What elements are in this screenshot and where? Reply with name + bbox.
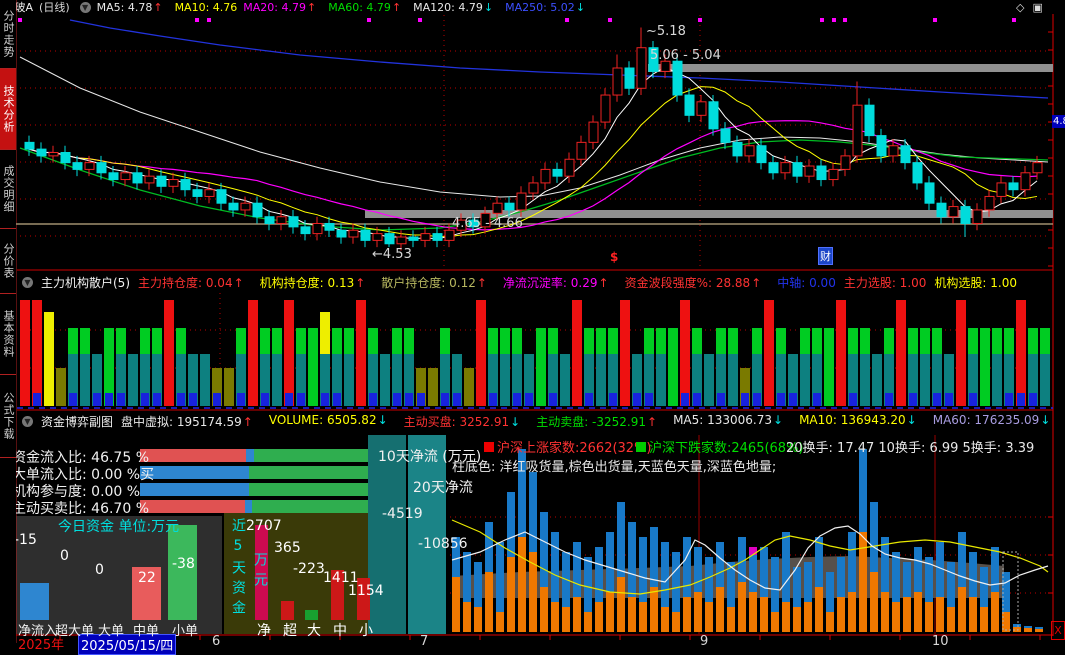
dollar-marker: $ bbox=[610, 250, 619, 264]
indicator-field: 中轴: 0.00 bbox=[777, 276, 836, 290]
panel-layout-icon[interactable]: ▣ bbox=[1032, 1, 1042, 14]
fiveday-category: 中 bbox=[333, 623, 347, 639]
indicator-field: MA5: 133006.73↓ bbox=[673, 413, 784, 427]
indicator-field: 主力持仓度: 0.04↑ bbox=[138, 276, 244, 290]
fund-stat-bar bbox=[140, 483, 368, 496]
net-flow-20d-value: -10856 bbox=[418, 536, 468, 552]
today-value: -38 bbox=[172, 556, 195, 572]
today-value: 0 bbox=[60, 548, 69, 564]
indicator-field: 资金波段强度%: 28.88↑ bbox=[624, 276, 762, 290]
axis-month-label: 6 bbox=[212, 634, 221, 649]
today-value: -15 bbox=[14, 532, 37, 548]
today-category: 小单 bbox=[172, 624, 199, 639]
axis-month-label: 9 bbox=[700, 634, 709, 649]
price-annotation: ~5.18 bbox=[646, 24, 686, 39]
fund-stat-bar bbox=[140, 466, 368, 479]
today-category: 大单 bbox=[98, 624, 125, 639]
price-annotation: 5.06 - 5.04 bbox=[650, 48, 721, 63]
price-tag: 4.8 bbox=[1052, 115, 1065, 128]
collapse-chevron-icon[interactable]: ▼ bbox=[22, 416, 33, 427]
fund-stat-label: 主动买卖比: 46.70 % bbox=[12, 501, 149, 517]
price-annotation: ←4.53 bbox=[372, 247, 412, 262]
fiveday-category: 净 bbox=[257, 623, 271, 639]
cai-badge: 财 bbox=[818, 247, 833, 265]
today-category: 超大单 bbox=[55, 624, 95, 639]
today-funds-title: 今日资金 单位:万元 bbox=[58, 519, 180, 535]
price-annotation: 4.65 - 4.66 bbox=[452, 216, 523, 231]
indicator-name: 资金博弈副图 bbox=[41, 415, 114, 429]
fiveday-category: 小 bbox=[359, 623, 373, 639]
indicator-field: MA60: 176235.09↓ bbox=[932, 413, 1051, 427]
net-flow-20d-label: 20天净流 bbox=[413, 480, 473, 496]
indicator-field: 净流沉淀率: 0.29↑ bbox=[502, 276, 609, 290]
indicator-field: 主动卖盘: -3252.91↑ bbox=[536, 415, 658, 429]
fiveday-value: 365 bbox=[274, 540, 301, 556]
collapse-chevron-icon[interactable]: ▼ bbox=[22, 277, 33, 288]
today-category: 净流入 bbox=[18, 624, 58, 639]
fiveday-value: -223 bbox=[293, 561, 325, 577]
axis-month-label: 10 bbox=[932, 634, 949, 649]
indicator-name: 主力机构散户(5) bbox=[41, 276, 130, 290]
advancers-legend: 沪深上涨家数:2662(32%) bbox=[484, 437, 652, 456]
fiveday-value: 2707 bbox=[246, 518, 282, 534]
turnover-stats: 20换手: 17.47 10换手: 6.99 5换手: 3.39 bbox=[786, 441, 1035, 456]
holder-indicator-header: ▼ 主力机构散户(5) 主力持仓度: 0.04↑ 机构持仓度: 0.13↑ 散户持仓… bbox=[18, 274, 1033, 291]
left-sidebar: 分时走势 技术分析 成交明细 分价表 基本资料 公式下载 bbox=[0, 0, 16, 643]
bar-color-note: 柱底色: 洋红吸货量,棕色出货量,天蓝色天量,深蓝色地量; bbox=[452, 460, 777, 475]
indicator-field: 盘中虚拟: 195174.59↑ bbox=[121, 415, 253, 429]
five-day-title: 近5天资金 bbox=[230, 518, 246, 620]
diamond-icon[interactable]: ◇ bbox=[1016, 1, 1024, 14]
indicator-field: 主动买盘: 3252.91↓ bbox=[403, 415, 521, 429]
sidebar-item-1[interactable]: 技术分析 bbox=[0, 69, 16, 150]
today-category: 中单 bbox=[133, 624, 160, 639]
decliners-legend: 沪深下跌家数:2465(68%) bbox=[636, 437, 804, 456]
sidebar-item-0[interactable]: 分时走势 bbox=[0, 0, 16, 69]
fiveday-category: 大 bbox=[307, 623, 321, 639]
indicator-field: 散户持仓度: 0.12↑ bbox=[381, 276, 487, 290]
green-square-icon bbox=[636, 442, 646, 452]
red-square-icon bbox=[484, 442, 494, 452]
axis-month-label: 7 bbox=[420, 634, 429, 649]
fund-stat-bar bbox=[140, 500, 368, 513]
net-flow-10d-value: -4519 bbox=[382, 506, 423, 522]
fiveday-value: 1154 bbox=[348, 583, 384, 599]
today-value: 22 bbox=[138, 570, 156, 586]
fiveday-category: 超 bbox=[283, 623, 297, 639]
indicator-field: 主力选股: 1.00 bbox=[843, 276, 927, 290]
sidebar-item-5[interactable]: 公式下载 bbox=[0, 375, 16, 458]
indicator-field: MA10: 136943.20↓ bbox=[799, 413, 917, 427]
fund-battle-header: ▼ 资金博弈副图 盘中虚拟: 195174.59↑ VOLUME: 6505.82… bbox=[18, 413, 1065, 430]
sidebar-item-2[interactable]: 成交明细 bbox=[0, 150, 16, 229]
close-box[interactable]: X bbox=[1051, 621, 1065, 640]
sidebar-item-3[interactable]: 分价表 bbox=[0, 229, 16, 294]
indicator-field: VOLUME: 6505.82↓ bbox=[268, 413, 388, 427]
fund-stat-bar bbox=[140, 449, 368, 462]
today-value: 0 bbox=[95, 562, 104, 578]
charts-canvas bbox=[0, 0, 1054, 643]
indicator-field: 机构持仓度: 0.13↑ bbox=[259, 276, 366, 290]
sidebar-item-4[interactable]: 基本资料 bbox=[0, 294, 16, 375]
indicator-field: 机构选股: 1.00 bbox=[934, 276, 1017, 290]
five-day-unit: 万元 bbox=[252, 552, 268, 592]
